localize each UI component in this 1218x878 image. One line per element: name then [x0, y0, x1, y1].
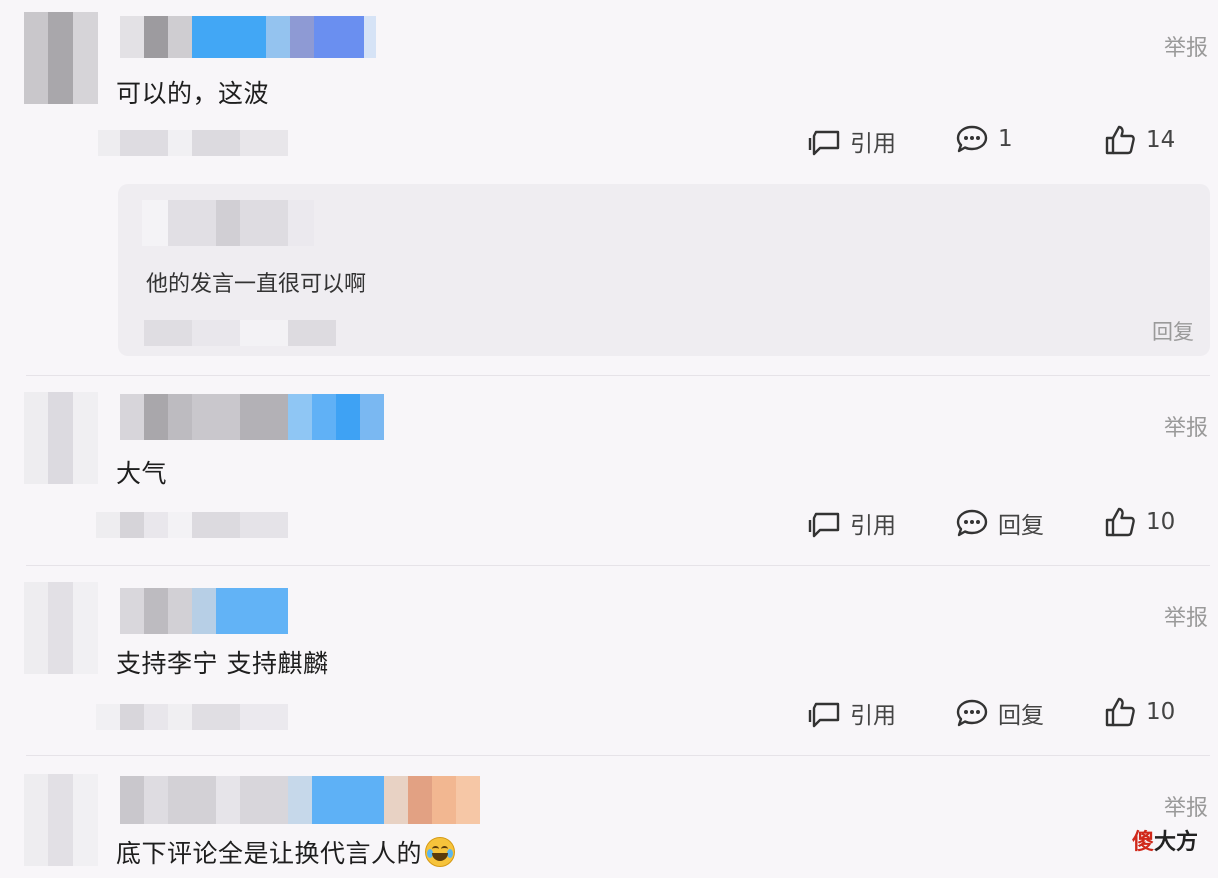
comment-text: 可以的，这波 [116, 79, 270, 108]
username[interactable] [120, 776, 504, 824]
like-count: 10 [1146, 509, 1176, 535]
username[interactable] [120, 588, 288, 634]
comment-text: 大气 [116, 459, 168, 488]
avatar[interactable] [24, 12, 98, 104]
like-count: 14 [1146, 127, 1176, 153]
comment-item: 举报 底下评论全是让换代言人的 [0, 756, 1218, 878]
like-button[interactable]: 10 [1104, 506, 1175, 538]
report-button[interactable]: 举报 [1164, 30, 1208, 62]
reply-username[interactable] [142, 200, 314, 246]
quote-icon [808, 698, 840, 728]
quote-button[interactable]: 引用 [808, 124, 896, 158]
comment-actions: 引用 回复 10 [0, 506, 1218, 546]
reply-button[interactable]: 回复 [956, 696, 1044, 730]
quote-label: 引用 [850, 513, 896, 539]
quote-icon [808, 508, 840, 538]
thumbs-up-icon [1104, 124, 1136, 156]
report-button[interactable]: 举报 [1164, 600, 1208, 632]
comment-text: 底下评论全是让换代言人的 [116, 834, 456, 870]
quote-button[interactable]: 引用 [808, 506, 896, 540]
comment-item: 举报 可以的，这波 引用 1 14 他的发言一直很可以啊 回复 [0, 0, 1218, 374]
like-button[interactable]: 14 [1104, 124, 1175, 156]
comment-item: 举报 支持李宁 支持麒麟 引用 回复 10 [0, 566, 1218, 754]
thumbs-up-icon [1104, 506, 1136, 538]
quote-icon [808, 126, 840, 156]
laughing-tears-emoji [425, 837, 456, 867]
watermark: 傻大方 [1132, 824, 1198, 856]
reply-count-button[interactable]: 1 [956, 124, 1013, 154]
comment-bubble-icon [956, 698, 988, 728]
reply-button[interactable]: 回复 [956, 506, 1044, 540]
quote-button[interactable]: 引用 [808, 696, 896, 730]
report-button[interactable]: 举报 [1164, 790, 1208, 822]
reply-label: 回复 [998, 513, 1044, 539]
reply-text: 他的发言一直很可以啊 [146, 272, 367, 297]
avatar[interactable] [24, 774, 98, 866]
username[interactable] [120, 16, 376, 58]
reply-timestamp [144, 320, 336, 346]
reply-button[interactable]: 回复 [1152, 316, 1194, 346]
quote-label: 引用 [850, 703, 896, 729]
comment-text: 支持李宁 支持麒麟 [116, 649, 329, 678]
thumbs-up-icon [1104, 696, 1136, 728]
watermark-part1: 傻 [1131, 830, 1154, 855]
comment-bubble-icon [956, 124, 988, 154]
reply-label: 回复 [998, 703, 1044, 729]
comment-text-content: 底下评论全是让换代言人的 [116, 839, 423, 868]
report-button[interactable]: 举报 [1164, 410, 1208, 442]
comment-actions: 引用 回复 10 [0, 696, 1218, 736]
username[interactable] [120, 394, 384, 440]
reply-thread: 他的发言一直很可以啊 回复 [118, 184, 1210, 356]
reply-count: 1 [998, 126, 1013, 152]
avatar[interactable] [24, 582, 98, 674]
comment-actions: 引用 1 14 [0, 124, 1218, 164]
watermark-part2: 大方 [1153, 830, 1198, 855]
comment-bubble-icon [956, 508, 988, 538]
like-count: 10 [1146, 699, 1176, 725]
avatar[interactable] [24, 392, 98, 484]
quote-label: 引用 [850, 131, 896, 157]
like-button[interactable]: 10 [1104, 696, 1175, 728]
comment-item: 举报 大气 引用 回复 10 [0, 376, 1218, 564]
